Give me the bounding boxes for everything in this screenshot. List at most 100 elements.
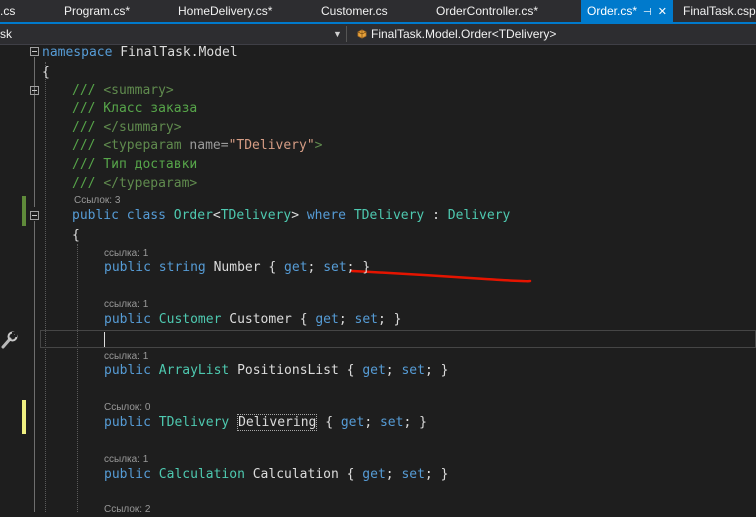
keyword-public: public [104,260,151,275]
doc-comment-line: /// Класс заказа [72,100,197,118]
brace: ; } [424,363,449,378]
brace: ; } [403,415,427,430]
keyword-public: public [104,467,151,482]
pin-icon[interactable]: ⊣ [643,7,652,18]
codelens-label: ссылка: 1 [104,299,149,310]
brace: { [346,363,363,378]
doc-comment-prefix: /// [72,176,104,191]
angle-close: > [291,208,300,223]
outline-line [34,221,35,512]
angle-open: < [212,208,221,223]
doc-comment-line: /// <summary> [72,82,174,100]
property-name[interactable]: Delivering [237,414,318,431]
tab-home-delivery-cs[interactable]: HomeDelivery.cs* [178,0,272,22]
semicolon: ; [364,415,380,430]
property-type: ArrayList [158,363,230,378]
tab-label: HomeDelivery.cs* [178,4,273,18]
property-type: Calculation [158,467,245,482]
doc-comment-line: /// </typeparam> [72,175,197,193]
tab-program-cs[interactable]: Program.cs* [64,0,130,22]
tab-order-controller-cs[interactable]: OrderController.cs* [436,0,538,22]
codelens-label: Ссылок: 2 [104,504,151,515]
codelens-label: ссылка: 1 [104,248,149,259]
codelens-references[interactable]: Ссылок: 2 [104,503,150,517]
tab-cs[interactable]: .cs [0,0,15,22]
indent-guide [77,244,78,512]
codelens-references[interactable]: Ссылок: 0 [104,401,150,415]
type-parameter: TDelivery [220,208,292,223]
doc-comment-line: /// Тип доставки [72,156,197,174]
unsaved-change-bar [22,400,26,434]
property-name: Calculation [252,467,339,482]
brace: ; } [377,312,402,327]
tab-order-cs[interactable]: Order.cs* ⊣ ✕ [581,0,673,22]
doc-comment-prefix: /// [72,138,104,153]
keyword-where: where [306,208,346,223]
fold-toggle-icon[interactable] [30,86,39,95]
indent-guide [45,62,46,512]
code-line: namespace FinalTask.Model [42,44,238,62]
outline-line [34,57,35,207]
property-line: public ArrayList PositionsList { get; se… [104,362,448,380]
constraint-type-parameter: TDelivery [353,208,425,223]
keyword-set: set [401,467,425,482]
codelens-label: ссылка: 1 [104,454,149,465]
semicolon: ; [307,260,324,275]
keyword-get: get [340,415,365,430]
fold-toggle-icon[interactable] [30,211,39,220]
doc-comment-tag: <typeparam [103,138,182,153]
brace: { [268,260,285,275]
code-line: { [42,64,50,82]
property-name: PositionsList [237,363,339,378]
member-dropdown-label: FinalTask.Model.Order<TDelivery> [371,27,557,41]
current-line-highlight [40,330,756,348]
red-annotation-underline [350,269,532,283]
member-dropdown[interactable]: FinalTask.Model.Order<TDelivery> [356,24,556,44]
doc-comment-prefix: /// [72,120,104,135]
wrench-icon[interactable] [0,330,18,350]
property-line: public string Number { get; set; } [104,259,370,277]
keyword-namespace: namespace [42,45,113,60]
doc-comment-tag: > [314,138,323,153]
fold-toggle-icon[interactable] [30,47,39,56]
dropdown-arrow-icon[interactable]: ▼ [333,24,342,44]
keyword-public: public [104,312,151,327]
semicolon: ; [385,467,402,482]
tab-finaltask-csproj[interactable]: FinalTask.cspro [683,0,756,22]
codelens-references[interactable]: ссылка: 1 [104,453,148,467]
open-brace: { [42,65,50,80]
tab-label: Order.cs* [587,4,638,18]
tab-label: FinalTask.cspro [683,4,756,18]
codelens-references[interactable]: Ссылок: 3 [74,194,120,208]
doc-comment-text: /// Тип доставки [72,157,198,172]
tab-customer-cs[interactable]: Customer.cs [321,0,388,22]
codelens-label: Ссылок: 0 [104,402,151,413]
property-type: string [158,260,206,275]
keyword-public: public [72,208,119,223]
code-editor[interactable]: namespace FinalTask.Model { /// <summary… [0,44,756,515]
text-caret [104,332,105,347]
doc-comment-tag: <summary> [103,83,174,98]
keyword-get: get [315,312,339,327]
class-declaration-line: public class Order<TDelivery> where TDel… [72,207,510,225]
codelens-references[interactable]: ссылка: 1 [104,298,148,312]
brace: { [346,467,363,482]
doc-comment-line: /// </summary> [72,119,182,137]
nav-divider [346,26,347,42]
property-name: Customer [229,312,292,327]
keyword-get: get [362,363,386,378]
code-line: { [72,227,80,245]
close-icon[interactable]: ✕ [658,6,667,18]
tab-label: Customer.cs [321,4,388,18]
tab-label: Program.cs* [64,4,131,18]
property-name: Number [213,260,261,275]
keyword-set: set [379,415,404,430]
doc-comment-attr: name= [181,138,229,153]
project-dropdown[interactable]: sk [0,24,12,44]
class-icon [357,29,367,39]
property-line: public Calculation Calculation { get; se… [104,466,448,484]
brace: ; } [424,467,449,482]
tab-label: .cs [0,4,16,18]
constraint-base-type: Delivery [447,208,511,223]
doc-comment-text: /// Класс заказа [72,101,198,116]
